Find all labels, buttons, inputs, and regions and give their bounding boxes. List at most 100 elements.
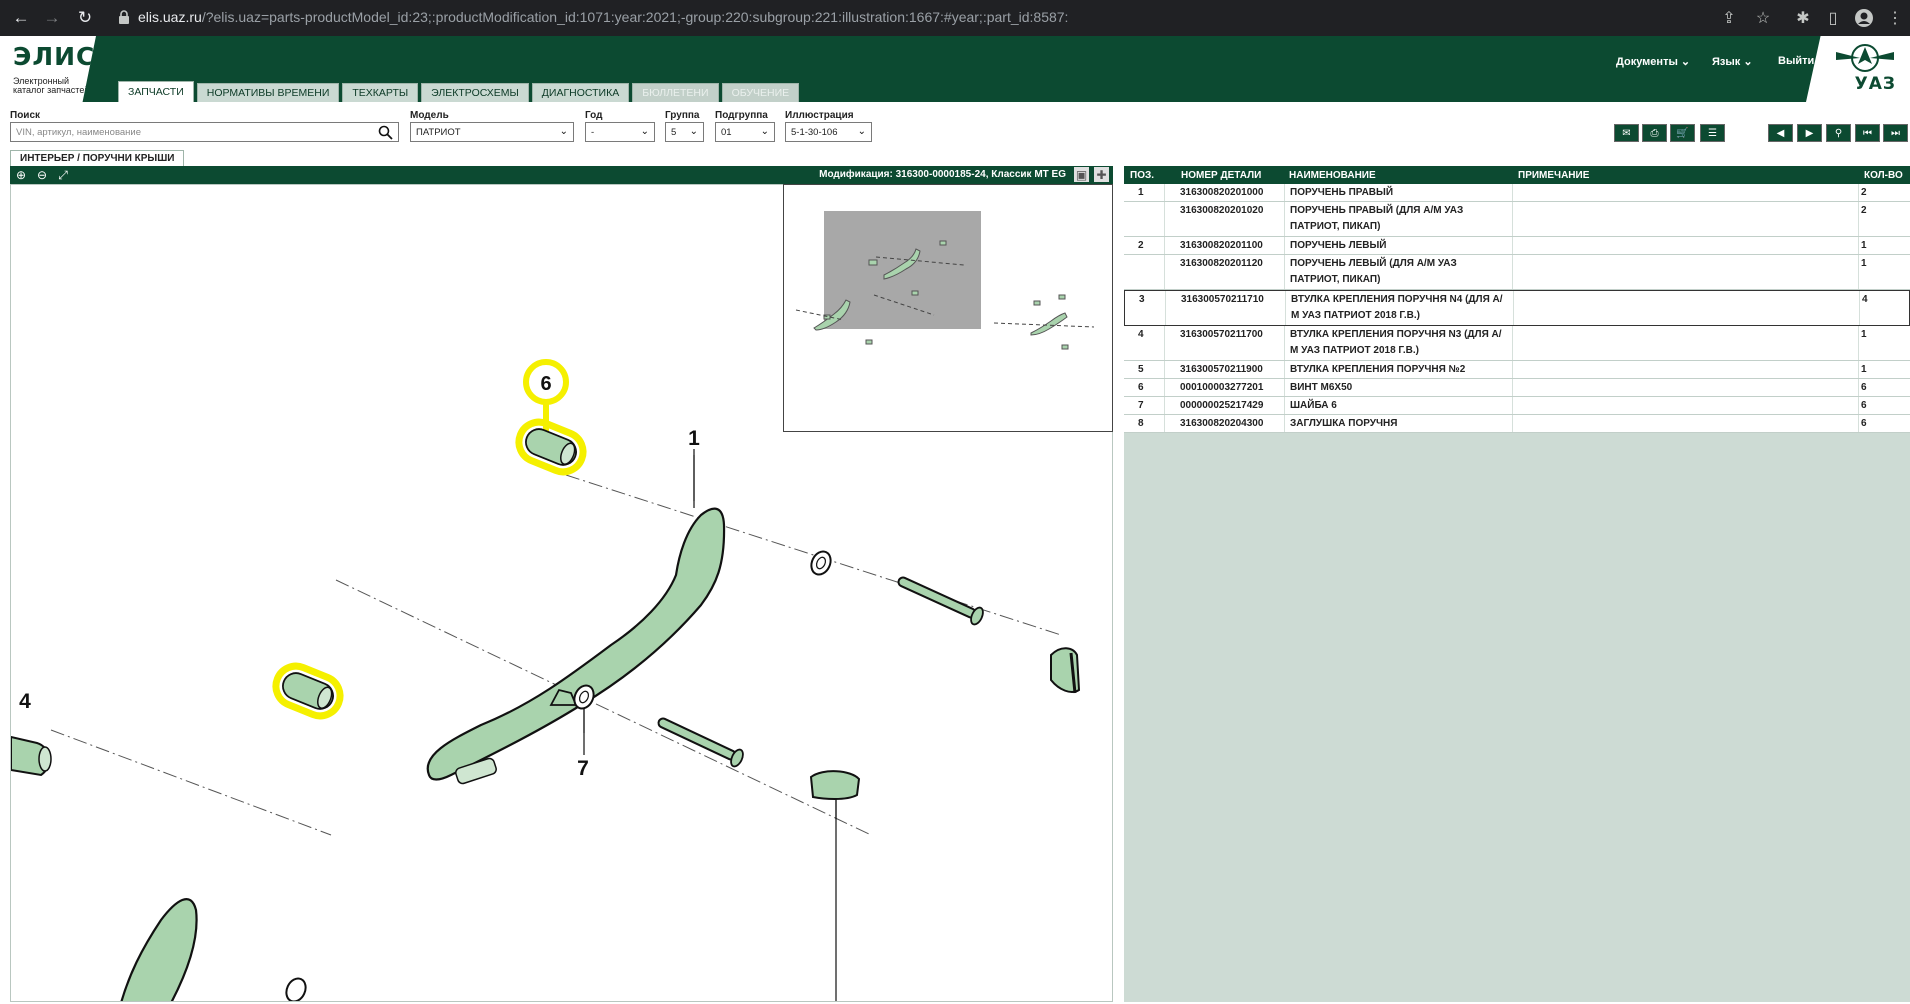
table-row[interactable]: 8 316300820204300 ЗАГЛУШКА ПОРУЧНЯ 6: [1124, 415, 1910, 433]
uaz-logo: УАЗ: [1806, 36, 1910, 102]
chevron-down-icon: ⌄: [640, 126, 649, 137]
browser-toolbar: ← → ↻ elis.uaz.ru/?elis.uaz=parts-produc…: [0, 0, 1910, 36]
next-button[interactable]: ▶: [1797, 124, 1822, 142]
modification-label: Модификация: 316300-0000185-24, Классик …: [819, 169, 1066, 180]
zoom-in-icon[interactable]: ⊕: [13, 167, 29, 183]
sidepanel-icon[interactable]: ▯: [1822, 7, 1844, 29]
first-button[interactable]: ⏮: [1855, 124, 1880, 142]
callout-4[interactable]: 4: [19, 690, 31, 713]
address-bar[interactable]: elis.uaz.ru/?elis.uaz=parts-productModel…: [138, 9, 1068, 25]
chevron-down-icon: ⌄: [689, 126, 698, 137]
table-row[interactable]: 2 316300820201100 ПОРУЧЕНЬ ЛЕВЫЙ 1: [1124, 237, 1910, 255]
subgroup-label: Подгруппа: [715, 110, 768, 121]
handle-part-2[interactable]: [120, 898, 198, 1002]
share-icon[interactable]: ⇪: [1718, 7, 1740, 29]
list-icon: ☰: [1708, 127, 1717, 139]
handle-cap-part[interactable]: [1050, 647, 1081, 694]
screw-part[interactable]: [657, 717, 745, 768]
fit-screen-icon[interactable]: ⤢: [55, 167, 71, 183]
table-row[interactable]: 316300820201020 ПОРУЧЕНЬ ПРАВЫЙ (ДЛЯ А/М…: [1124, 202, 1910, 237]
col-name-header[interactable]: НАИМЕНОВАНИЕ: [1289, 170, 1376, 181]
bookmark-star-icon[interactable]: ☆: [1752, 7, 1774, 29]
documents-menu[interactable]: Документы ⌄: [1616, 55, 1690, 68]
table-row[interactable]: 316300820201120 ПОРУЧЕНЬ ЛЕВЫЙ (ДЛЯ А/М …: [1124, 255, 1910, 290]
col-number-header[interactable]: НОМЕР ДЕТАЛИ: [1181, 170, 1261, 181]
model-label: Модель: [410, 110, 449, 121]
callout-1[interactable]: 1: [688, 427, 700, 450]
illustration-label: Иллюстрация: [785, 110, 854, 121]
handle-cap-part[interactable]: [809, 770, 861, 800]
col-qty-header[interactable]: КОЛ-ВО: [1864, 170, 1903, 181]
logout-link[interactable]: Выйти: [1778, 55, 1814, 67]
table-header: ПОЗ. НОМЕР ДЕТАЛИ НАИМЕНОВАНИЕ ПРИМЕЧАНИ…: [1124, 166, 1910, 184]
zoom-out-icon[interactable]: ⊖: [34, 167, 50, 183]
skip-last-icon: ⏭: [1891, 127, 1900, 139]
callout-7[interactable]: 7: [577, 757, 589, 780]
extensions-icon[interactable]: ✱: [1792, 7, 1814, 29]
app-header: ЭЛИС Электронный каталог запчастей ЗАПЧА…: [0, 36, 1910, 102]
tab-time-norms[interactable]: НОРМАТИВЫ ВРЕМЕНИ: [196, 83, 340, 102]
find-part-button[interactable]: ⚲: [1826, 124, 1851, 142]
col-pos-header[interactable]: ПОЗ.: [1130, 170, 1154, 181]
tab-training: ОБУЧЕНИЕ: [721, 83, 800, 102]
envelope-icon: ✉: [1622, 127, 1631, 139]
forward-icon[interactable]: →: [37, 0, 67, 36]
group-select[interactable]: 5 ⌄: [665, 122, 704, 142]
table-row-selected[interactable]: 3 316300570211710 ВТУЛКА КРЕПЛЕНИЯ ПОРУЧ…: [1124, 290, 1910, 326]
browser-menu-icon[interactable]: ⋮: [1884, 7, 1906, 29]
illustration-select[interactable]: 5-1-30-106 ⌄: [785, 122, 872, 142]
subgroup-select[interactable]: 01 ⌄: [715, 122, 775, 142]
triangle-left-icon: ◀: [1776, 127, 1785, 139]
col-note-header[interactable]: ПРИМЕЧАНИЕ: [1518, 170, 1589, 181]
back-icon[interactable]: ←: [6, 0, 36, 36]
prev-button[interactable]: ◀: [1768, 124, 1793, 142]
callout-6[interactable]: 6: [540, 373, 551, 395]
pin-icon[interactable]: ✚: [1094, 167, 1109, 182]
bushing-part[interactable]: [513, 416, 589, 478]
tab-wiring-diagrams[interactable]: ЭЛЕКТРОСХЕМЫ: [421, 83, 529, 102]
search-label: Поиск: [10, 110, 41, 121]
search-input[interactable]: VIN, артикул, наименование: [10, 122, 399, 142]
reload-icon[interactable]: ↻: [70, 0, 100, 36]
print-button[interactable]: ⎙: [1642, 124, 1667, 142]
chevron-down-icon: ⌄: [760, 126, 769, 137]
year-label: Год: [585, 110, 603, 121]
handle-part-1[interactable]: [426, 507, 726, 781]
bushing-part-4[interactable]: [11, 735, 52, 777]
table-row[interactable]: 4 316300570211700 ВТУЛКА КРЕПЛЕНИЯ ПОРУЧ…: [1124, 326, 1910, 361]
screw-part[interactable]: [897, 576, 985, 626]
tab-parts[interactable]: ЗАПЧАСТИ: [118, 81, 194, 102]
printer-icon: ⎙: [1650, 127, 1659, 139]
minimap-toggle-icon[interactable]: ▣: [1074, 167, 1089, 182]
chevron-down-icon: ⌄: [559, 126, 568, 137]
tab-techcards[interactable]: ТЕХКАРТЫ: [342, 83, 419, 102]
triangle-right-icon: ▶: [1805, 127, 1814, 139]
table-row[interactable]: 5 316300570211900 ВТУЛКА КРЕПЛЕНИЯ ПОРУЧ…: [1124, 361, 1910, 379]
elis-logo[interactable]: ЭЛИС Электронный каталог запчастей: [0, 36, 96, 102]
bushing-part[interactable]: [270, 660, 346, 722]
callout-2[interactable]: 2: [830, 999, 842, 1002]
last-button[interactable]: ⏭: [1883, 124, 1908, 142]
chevron-down-icon: ⌄: [1680, 56, 1691, 68]
table-row[interactable]: 7 000000025217429 ШАЙБА 6 6: [1124, 397, 1910, 415]
minimap-drawing: [795, 211, 1095, 350]
cart-button[interactable]: 🛒: [1670, 124, 1695, 142]
language-menu[interactable]: Язык ⌄: [1712, 55, 1753, 68]
lock-icon: [119, 10, 129, 24]
year-select[interactable]: - ⌄: [585, 122, 655, 142]
magnifier-icon: ⚲: [1834, 127, 1843, 139]
uaz-emblem-icon: [1836, 44, 1894, 72]
model-select[interactable]: ПАТРИОТ ⌄: [410, 122, 574, 142]
tab-bulletins: БЮЛЛЕТЕНИ: [632, 83, 719, 102]
table-row[interactable]: 1 316300820201000 ПОРУЧЕНЬ ПРАВЫЙ 2: [1124, 184, 1910, 202]
overview-minimap[interactable]: [783, 184, 1113, 432]
washer-part[interactable]: [283, 975, 309, 1002]
main-tabs: ЗАПЧАСТИ НОРМАТИВЫ ВРЕМЕНИ ТЕХКАРТЫ ЭЛЕК…: [118, 81, 800, 102]
tab-diagnostics[interactable]: ДИАГНОСТИКА: [531, 83, 630, 102]
table-row[interactable]: 6 000100003277201 ВИНТ М6Х50 6: [1124, 379, 1910, 397]
search-icon[interactable]: [378, 125, 393, 140]
email-button[interactable]: ✉: [1614, 124, 1639, 142]
list-view-button[interactable]: ☰: [1700, 124, 1725, 142]
cart-icon: 🛒: [1676, 127, 1689, 139]
profile-avatar-icon[interactable]: [1853, 7, 1875, 29]
